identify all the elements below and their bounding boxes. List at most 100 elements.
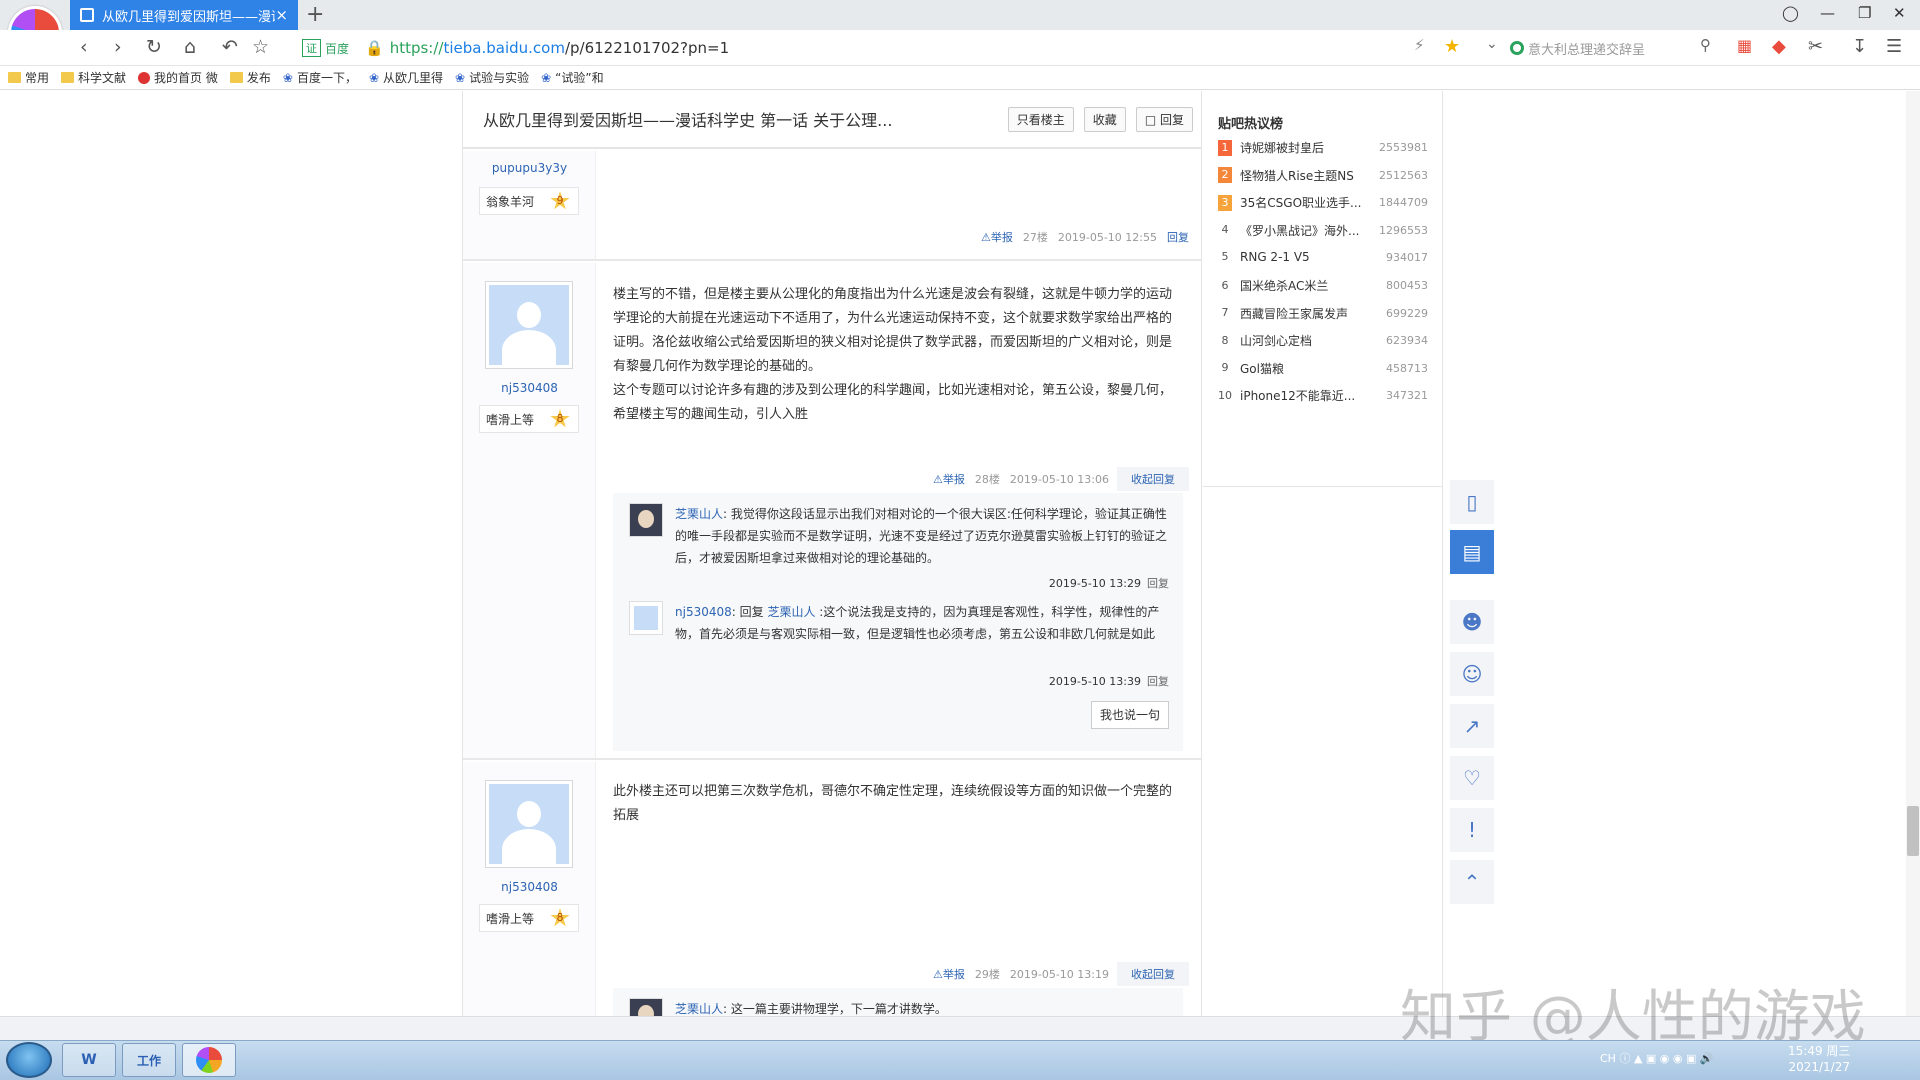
undo-icon[interactable]: ↶ <box>222 36 238 58</box>
say-something-button[interactable]: 我也说一句 <box>1090 701 1169 729</box>
sub-reply-user[interactable]: 芝栗山人 <box>675 1002 723 1016</box>
avatar[interactable] <box>485 281 573 369</box>
hot-topic-count: 934017 <box>1386 250 1428 264</box>
search-box[interactable]: 意大利总理递交辞呈 <box>1510 35 1720 61</box>
heart-icon[interactable]: ♡ <box>1450 756 1494 800</box>
avatar[interactable] <box>629 998 663 1016</box>
hot-topic-item[interactable]: 7 西藏冒险王家属发声 699229 <box>1218 305 1429 322</box>
reply-link[interactable]: 回复 <box>1147 675 1169 688</box>
reply-button[interactable]: □ 回复 <box>1135 106 1193 132</box>
scrollbar-thumb[interactable] <box>1907 806 1919 856</box>
menu-icon[interactable]: ☰ <box>1886 36 1902 57</box>
hot-topic-item[interactable]: 2 怪物猎人Rise主题NS 2512563 <box>1218 167 1428 184</box>
minimize-icon[interactable]: — <box>1820 4 1835 22</box>
shirt-icon[interactable]: ◯ <box>1782 4 1799 22</box>
mobile-app-icon[interactable]: ▯ <box>1450 480 1494 524</box>
favorite-star-icon[interactable]: ☆ <box>252 36 269 58</box>
taskbar-app-wps[interactable]: W <box>62 1043 116 1077</box>
bookmark-item[interactable]: 科学文献 <box>61 69 126 86</box>
bookmark-item[interactable]: ❀ 试验与实验 <box>455 69 529 86</box>
search-input[interactable]: 意大利总理递交辞呈 <box>1528 39 1645 58</box>
bookmark-item[interactable]: 常用 <box>8 69 49 86</box>
hot-topic-item[interactable]: 4 《罗小黑战记》海外... 1296553 <box>1218 222 1429 239</box>
back-icon[interactable]: ‹ <box>80 36 88 58</box>
report-link[interactable]: ⚠举报 <box>933 471 965 487</box>
hot-topic-count: 623934 <box>1386 334 1428 348</box>
forward-icon[interactable]: › <box>114 36 122 58</box>
level-badge[interactable]: 嗜滑上等 8 <box>479 904 579 932</box>
username[interactable]: nj530408 <box>463 880 596 894</box>
home-icon[interactable]: ⌂ <box>184 36 196 58</box>
address-bar[interactable]: 证 百度 🔒 https://tieba.baidu.com/p/6122101… <box>302 35 1502 61</box>
tab-close-icon[interactable]: × <box>275 6 288 24</box>
lock-icon: 🔒 <box>365 39 384 57</box>
vertical-scrollbar[interactable] <box>1906 91 1920 1016</box>
hot-topic-item[interactable]: 3 35名CSGO职业选手... 1844709 <box>1218 194 1428 211</box>
robot-icon[interactable]: ☻ <box>1450 600 1494 644</box>
comment-tool-icon[interactable]: ▤ <box>1450 530 1494 574</box>
floor-28: nj530408 嗜滑上等 8 楼主写的不错，但是楼主要从公理化的角度指出为什么光… <box>463 263 1201 760</box>
bookmark-item[interactable]: ❀ 百度一下， <box>283 69 357 86</box>
username[interactable]: pupupu3y3y <box>463 161 596 175</box>
emoji-icon[interactable]: ☺ <box>1450 652 1494 696</box>
avatar[interactable] <box>485 780 573 868</box>
apps-grid-icon[interactable]: ▦ <box>1737 36 1752 55</box>
reply-link[interactable]: 回复 <box>1147 577 1169 590</box>
taskbar-app-browser[interactable] <box>182 1043 236 1077</box>
collapse-replies-button[interactable]: 收起回复 <box>1117 962 1189 986</box>
bookmark-star-icon[interactable]: ★ <box>1444 36 1460 57</box>
close-window-icon[interactable]: ✕ <box>1893 4 1906 22</box>
restore-icon[interactable]: ❐ <box>1858 4 1871 22</box>
hot-topic-item[interactable]: 10 iPhone12不能靠近... 347321 <box>1218 387 1428 404</box>
clock[interactable]: 15:49 周三 2021/1/27 <box>1788 1043 1850 1075</box>
reply-link[interactable]: 回复 <box>1167 229 1189 245</box>
taskbar-app-work[interactable]: 工作 <box>122 1043 176 1077</box>
avatar[interactable] <box>629 601 663 635</box>
hot-topic-name: 西藏冒险王家属发声 <box>1240 306 1349 321</box>
reload-icon[interactable]: ↻ <box>146 36 162 58</box>
hot-topic-item[interactable]: 6 国米绝杀AC米兰 800453 <box>1218 277 1429 294</box>
hot-topic-count: 800453 <box>1386 279 1428 292</box>
hot-topic-item[interactable]: 8 山河剑心定档 623934 <box>1218 332 1429 349</box>
bookmark-item[interactable]: ❀ 从欧几里得 <box>369 69 443 86</box>
username[interactable]: nj530408 <box>463 381 596 395</box>
system-tray[interactable]: CH ⓘ ▲ ▣ ◉ ◉ ▣ 🔊 <box>1600 1050 1714 1066</box>
bookmark-item[interactable]: ❀ “试验”和 <box>541 69 604 86</box>
hot-topic-count: 2512563 <box>1379 168 1428 182</box>
back-to-top-icon[interactable]: ⌃ <box>1450 860 1494 904</box>
avatar[interactable] <box>629 503 663 537</box>
hot-topic-item[interactable]: 5 RNG 2-1 V5 934017 <box>1218 249 1429 265</box>
sub-reply-text: 芝栗山人: 我觉得你这段话显示出我们对相对论的一个很大误区:任何科学理论，验证其… <box>675 507 1168 565</box>
post-time: 2019-05-10 13:06 <box>1009 472 1109 486</box>
share-icon[interactable]: ↗ <box>1450 704 1494 748</box>
hot-topic-rank: 6 <box>1221 278 1229 292</box>
level-badge[interactable]: 翁象羊河 9 <box>479 187 579 215</box>
feedback-icon[interactable]: ! <box>1450 808 1494 852</box>
sub-reply-text: nj530408: 回复 芝栗山人 :这个说法我是支持的，因为真理是客观性，科学… <box>675 605 1160 641</box>
search-icon[interactable]: ⚲ <box>1700 36 1711 54</box>
sub-reply-user[interactable]: nj530408 <box>675 605 732 619</box>
sub-reply-user[interactable]: 芝栗山人 <box>675 507 723 521</box>
hot-topic-rank: 8 <box>1221 333 1229 347</box>
hot-topic-item[interactable]: 1 诗妮娜被封皇后 2553981 <box>1218 139 1428 156</box>
level-badge[interactable]: 嗜滑上等 8 <box>479 405 579 433</box>
hot-topics-title: 贴吧热议榜 <box>1218 117 1284 132</box>
hot-topic-item[interactable]: 9 Gol猫粮 458713 <box>1218 360 1429 377</box>
bookmark-item[interactable]: 我的首页 微 <box>138 69 218 86</box>
download-icon[interactable]: ↧ <box>1852 36 1867 57</box>
report-link[interactable]: ⚠举报 <box>981 229 1013 245</box>
url-scheme: https:// <box>389 39 444 57</box>
collapse-replies-button[interactable]: 收起回复 <box>1117 467 1189 491</box>
dropdown-chevron-icon[interactable]: ⌄ <box>1486 36 1498 52</box>
game-icon[interactable]: ◆ <box>1772 36 1786 57</box>
collect-button[interactable]: 收藏 <box>1083 106 1126 132</box>
only-op-button[interactable]: 只看楼主 <box>1007 106 1074 132</box>
lightning-icon[interactable]: ⚡ <box>1414 36 1425 54</box>
report-link[interactable]: ⚠举报 <box>933 966 965 982</box>
bookmark-item[interactable]: 发布 <box>229 69 271 86</box>
start-button[interactable] <box>6 1042 52 1078</box>
browser-tab[interactable]: 从欧几里得到爱因斯坦——漫话 × <box>70 0 298 30</box>
reply-target-user[interactable]: 芝栗山人 <box>767 605 815 619</box>
new-tab-button[interactable]: + <box>306 2 324 27</box>
scissors-icon[interactable]: ✂ <box>1808 36 1823 57</box>
